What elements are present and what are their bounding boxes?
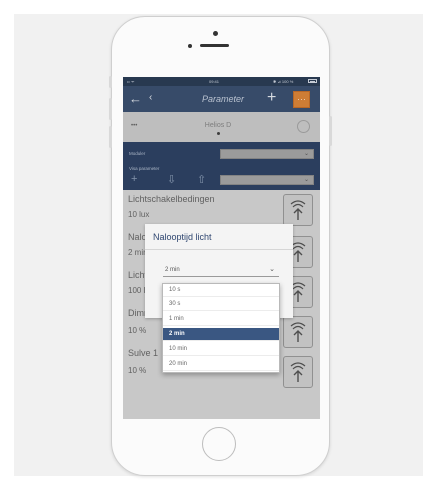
dropdown-option[interactable]: 30 s (163, 298, 279, 311)
dropdown-option[interactable]: 1 min (163, 313, 279, 326)
front-camera (213, 31, 218, 36)
duration-select[interactable]: 2 min ⌄ (163, 265, 279, 277)
dropdown-option[interactable]: 20 min (163, 358, 279, 371)
sensor-dot (188, 44, 192, 48)
dropdown-option[interactable]: 10 min (163, 343, 279, 356)
duration-dropdown: 10 s 30 s 1 min 2 min 10 min 20 min (162, 283, 280, 373)
phone-screen: •• ᯤ 09:41 ✱ ⊿ 100 % ← ‹ Parameter + ⋯ •… (123, 77, 320, 419)
chevron-down-icon: ⌄ (269, 266, 275, 273)
dialog-divider (145, 249, 293, 250)
dropdown-option-selected[interactable]: 2 min (163, 328, 279, 341)
dialog-title: Nalooptijd licht (153, 232, 212, 242)
power-button (329, 116, 332, 146)
home-button[interactable] (202, 427, 236, 461)
volume-down-button (109, 126, 112, 148)
duration-select-value: 2 min (165, 267, 180, 273)
silent-switch (109, 76, 112, 88)
earpiece-speaker (200, 44, 229, 47)
dropdown-option[interactable]: 10 s (163, 284, 279, 297)
volume-up-button (109, 98, 112, 120)
